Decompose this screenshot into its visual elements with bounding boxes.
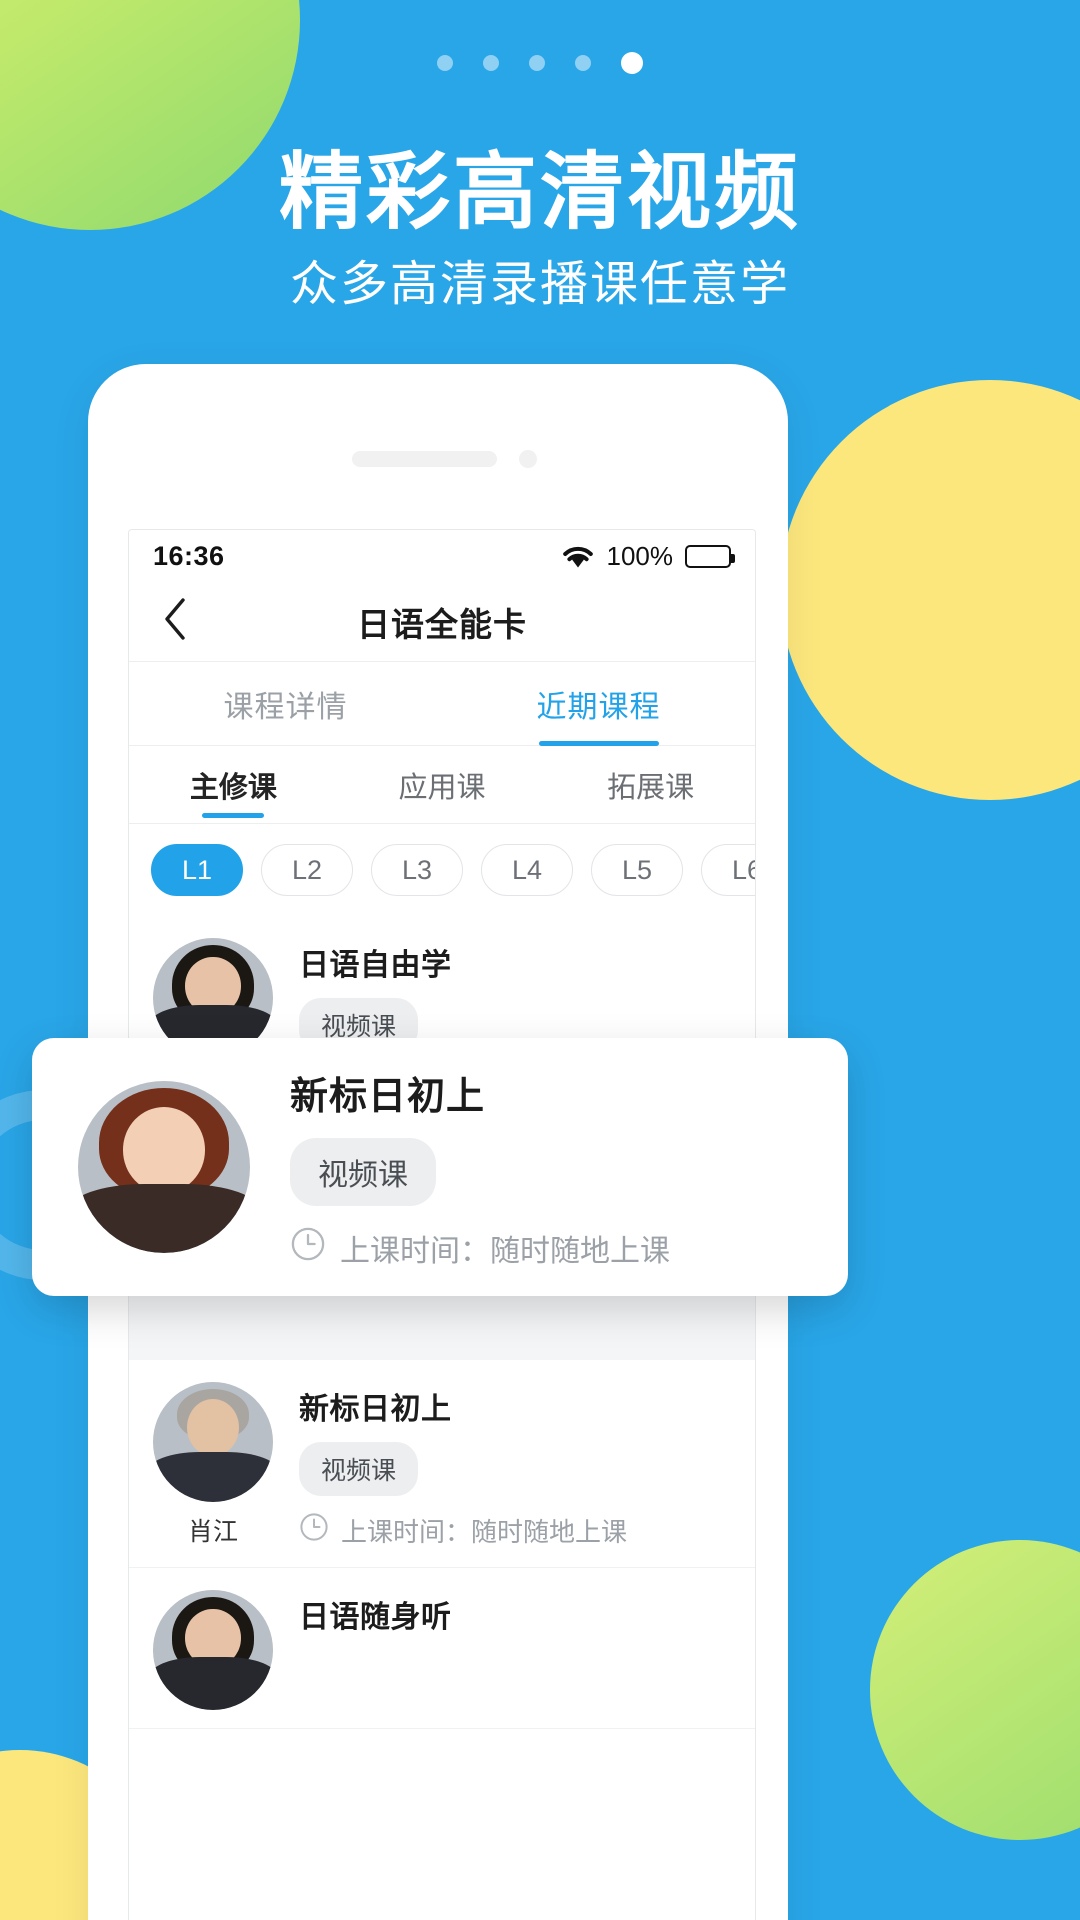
promo-headline: 精彩高清视频 bbox=[278, 145, 801, 239]
course-title: 新标日初上 bbox=[299, 1393, 452, 1426]
pagination-dot-2[interactable] bbox=[483, 55, 499, 71]
course-time-row: 上课时间：随时随地上课 bbox=[299, 1512, 731, 1549]
phone-earpiece-icon bbox=[352, 451, 497, 467]
course-title: 新标日初上 bbox=[290, 1075, 486, 1118]
course-time-label: 上课时间：随时随地上课 bbox=[341, 1517, 628, 1547]
level-chip-list[interactable]: L1 L2 L3 L4 L5 L6 L7 bbox=[129, 824, 755, 916]
pagination-dot-4[interactable] bbox=[575, 55, 591, 71]
level-chip-l5[interactable]: L5 bbox=[591, 844, 683, 896]
chevron-left-icon bbox=[162, 597, 188, 646]
tab-course-detail[interactable]: 课程详情 bbox=[129, 662, 442, 745]
teacher-name: 肖江 bbox=[187, 1518, 238, 1546]
decor-blob-yellow-right bbox=[780, 380, 1080, 800]
teacher-avatar bbox=[153, 1382, 273, 1502]
promo-subheadline: 众多高清录播课任意学 bbox=[289, 258, 790, 311]
wifi-icon bbox=[561, 544, 595, 569]
highlighted-course-card[interactable]: 新标日初上 视频课 上课时间：随时随地上课 bbox=[32, 1038, 848, 1296]
course-time-row: 上课时间：随时随地上课 bbox=[290, 1226, 670, 1270]
level-chip-l2[interactable]: L2 bbox=[261, 844, 353, 896]
decor-blob-green-bottom-right bbox=[870, 1540, 1080, 1840]
onboarding-pagination-dots[interactable] bbox=[0, 52, 1080, 74]
status-bar: 16:36 100% bbox=[129, 530, 755, 582]
course-avatar-wrap bbox=[153, 1590, 273, 1710]
navigation-bar: 日语全能卡 bbox=[129, 582, 755, 662]
subtab-major-course[interactable]: 主修课 bbox=[129, 746, 338, 823]
course-title: 日语自由学 bbox=[299, 949, 452, 982]
course-title: 日语随身听 bbox=[299, 1601, 452, 1634]
course-info: 日语随身听 bbox=[299, 1590, 731, 1636]
level-chip-l4[interactable]: L4 bbox=[481, 844, 573, 896]
course-type-badge: 视频课 bbox=[290, 1137, 436, 1206]
secondary-tab-bar: 主修课 应用课 拓展课 bbox=[129, 746, 755, 824]
clock-icon bbox=[299, 1512, 329, 1549]
course-time-label: 上课时间：随时随地上课 bbox=[340, 1234, 670, 1268]
page-title: 日语全能卡 bbox=[357, 605, 527, 643]
status-time: 16:36 bbox=[153, 540, 225, 571]
pagination-dot-5[interactable] bbox=[621, 52, 643, 74]
course-avatar-wrap: 肖江 bbox=[153, 1382, 273, 1548]
subtab-extension-course[interactable]: 拓展课 bbox=[546, 746, 755, 823]
highlighted-course-info: 新标日初上 视频课 上课时间：随时随地上课 bbox=[290, 1065, 670, 1270]
clock-icon bbox=[290, 1226, 326, 1270]
battery-icon bbox=[685, 544, 735, 568]
battery-percent-label: 100% bbox=[606, 540, 674, 571]
course-type-badge: 视频课 bbox=[299, 1442, 419, 1496]
pagination-dot-3[interactable] bbox=[529, 55, 545, 71]
phone-speaker-group bbox=[352, 450, 537, 468]
tab-recent-courses[interactable]: 近期课程 bbox=[442, 662, 755, 745]
status-indicators: 100% bbox=[561, 540, 735, 572]
teacher-avatar bbox=[153, 1590, 273, 1710]
course-list-item[interactable]: 日语随身听 bbox=[129, 1568, 755, 1729]
phone-front-camera-icon bbox=[519, 450, 537, 468]
primary-tab-bar: 课程详情 近期课程 bbox=[129, 662, 755, 746]
level-chip-l1[interactable]: L1 bbox=[151, 844, 243, 896]
level-chip-l6[interactable]: L6 bbox=[701, 844, 755, 896]
course-info: 新标日初上 视频课 上课时间：随时随地上课 bbox=[299, 1382, 731, 1549]
pagination-dot-1[interactable] bbox=[437, 55, 453, 71]
back-button[interactable] bbox=[151, 598, 199, 646]
subtab-applied-course[interactable]: 应用课 bbox=[338, 746, 547, 823]
course-list-item[interactable]: 肖江 新标日初上 视频课 上课时间：随时随地上课 bbox=[129, 1360, 755, 1568]
level-chip-l3[interactable]: L3 bbox=[371, 844, 463, 896]
teacher-avatar bbox=[78, 1081, 250, 1253]
